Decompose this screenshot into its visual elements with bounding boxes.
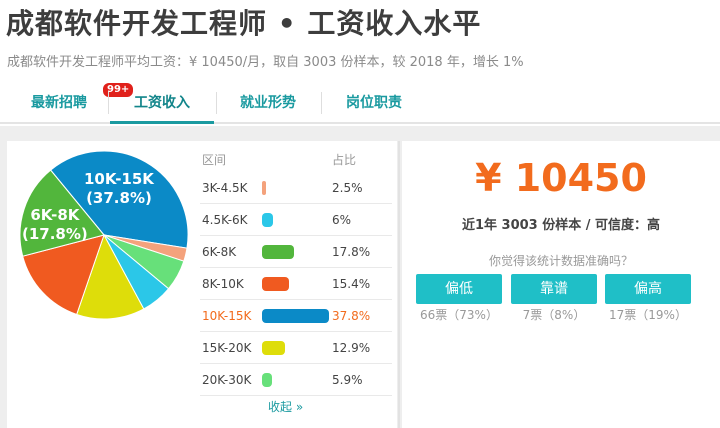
share-value: 12.9% — [332, 341, 371, 355]
share-bar — [262, 277, 289, 291]
vote-high-button[interactable]: 偏高 — [605, 274, 691, 304]
pie-label-6k-8k-pct: (17.8%) — [22, 225, 88, 243]
vote-low-button[interactable]: 偏低 — [416, 274, 502, 304]
share-value: 2.5% — [332, 181, 363, 195]
table-row: 15K-20K 12.9% — [200, 332, 392, 364]
vote-high-count: 17票（19%） — [609, 308, 687, 322]
share-bar — [262, 373, 272, 387]
tab-salary[interactable]: 工资收入 — [110, 84, 214, 124]
range-label: 20K-30K — [202, 373, 252, 387]
accuracy-question: 你觉得该统计数据准确吗？ — [488, 254, 633, 268]
pie-label-10k-15k-range: 10K-15K — [84, 170, 154, 188]
sample-info: 近1年 3003 份样本 / 可信度：高 — [461, 218, 661, 233]
table-row: 8K-10K 15.4% — [200, 268, 392, 300]
tab-duties[interactable]: 岗位职责 — [328, 84, 420, 122]
pie-label-6k-8k-range: 6K-8K — [30, 206, 80, 224]
share-bar — [262, 181, 266, 195]
range-label: 10K-15K — [202, 309, 252, 323]
share-bar — [262, 213, 273, 227]
vote-low-count: 66票（73%） — [420, 308, 498, 322]
page-title: 成都软件开发工程师 • 工资收入水平 — [6, 7, 482, 40]
share-value: 6% — [332, 213, 352, 227]
tab-latest-jobs[interactable]: 最新招聘 99+ — [18, 82, 135, 122]
share-value: 5.9% — [332, 373, 363, 387]
range-label: 4.5K-6K — [202, 213, 248, 227]
table-row: 20K-30K 5.9% — [200, 364, 392, 396]
pie-label-10k-15k: 10K-15K (37.8%) — [84, 170, 154, 208]
range-label: 15K-20K — [202, 341, 252, 355]
page-subtitle: 成都软件开发工程师平均工资：¥ 10450/月，取自 3003 份样本，较 20… — [7, 55, 524, 70]
pie-label-10k-15k-pct: (37.8%) — [86, 189, 152, 207]
vote-accurate-count: 7票（8%） — [522, 308, 586, 322]
column-header-range: 区间 — [202, 153, 227, 167]
range-label: 6K-8K — [202, 245, 237, 259]
share-bar — [262, 245, 294, 259]
average-salary: ¥ 10450 — [475, 156, 647, 200]
vote-accurate-button[interactable]: 靠谱 — [511, 274, 597, 304]
tab-employment[interactable]: 就业形势 — [222, 84, 314, 122]
pie-label-6k-8k: 6K-8K (17.8%) — [22, 206, 88, 244]
table-row: 4.5K-6K 6% — [200, 204, 392, 236]
share-value: 17.8% — [332, 245, 371, 259]
tab-separator — [321, 92, 322, 114]
collapse-link[interactable]: 收起 » — [268, 398, 303, 415]
share-value: 37.8% — [332, 309, 371, 323]
range-label: 8K-10K — [202, 277, 244, 291]
column-header-share: 占比 — [332, 153, 357, 167]
table-row: 6K-8K 17.8% — [200, 236, 392, 268]
table-row: 3K-4.5K 2.5% — [200, 172, 392, 204]
share-bar — [262, 341, 285, 355]
table-row: 10K-15K 37.8% — [200, 300, 392, 332]
share-value: 15.4% — [332, 277, 371, 291]
tab-separator — [108, 92, 109, 114]
share-bar — [262, 309, 329, 323]
tab-bar: 最新招聘 99+ 工资收入 就业形势 岗位职责 — [0, 82, 720, 124]
tab-latest-jobs-label: 最新招聘 — [31, 95, 87, 111]
range-label: 3K-4.5K — [202, 181, 248, 195]
tab-separator — [216, 92, 217, 114]
panel-divider — [398, 141, 400, 428]
